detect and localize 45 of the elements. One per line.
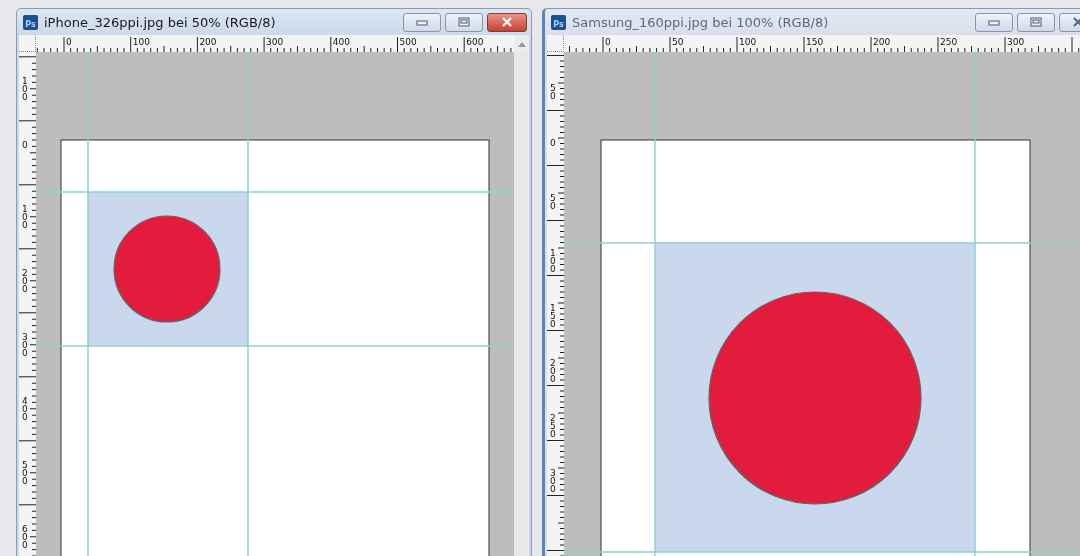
maximize-icon [1029,17,1043,27]
ruler-label: 150 [550,303,556,329]
ruler-label: 600 [22,524,28,550]
ruler-label: 0 [605,37,611,47]
ruler-label: 300 [1007,37,1025,47]
ruler-origin[interactable] [19,35,36,52]
ruler-label: 0 [22,140,28,150]
ruler-label: 50 [550,193,556,211]
close-button[interactable] [487,12,527,32]
horizontal-ruler[interactable]: 0 100 200 300 400 500 600 [36,35,514,52]
minimize-button[interactable] [403,12,441,32]
ruler-label: 250 [940,37,958,47]
window-title: Samsung_160ppi.jpg bei 100% (RGB/8) [572,14,830,30]
ruler-label: 200 [550,358,556,384]
app-icon: Ps [23,14,38,30]
ruler-label: 100 [22,76,28,102]
maximize-icon [457,17,471,27]
minimize-icon [987,18,1001,26]
ruler-label: 100 [22,204,28,230]
ruler-label: 0 [550,138,556,148]
minimize-icon [415,18,429,26]
scrollbar[interactable] [514,52,529,556]
app-icon: Ps [551,14,566,30]
ruler-label: 100 [739,37,757,47]
ruler-label: 200 [873,37,891,47]
ruler-label: 200 [22,268,28,294]
ruler-label: 100 [550,248,556,274]
ruler-label: 150 [806,37,824,47]
ruler-label: 300 [266,37,284,47]
ruler-label: 300 [22,332,28,358]
vertical-ruler[interactable]: 100 0 100 200 300 400 500 600 [19,52,36,556]
ruler-label: 400 [332,37,350,47]
close-icon [500,17,514,27]
window-title: iPhone_326ppi.jpg bei 50% (RGB/8) [44,14,277,30]
ruler-label: 200 [199,37,217,47]
ruler-label: 50 [550,83,556,101]
ruler-label: 50 [672,37,684,47]
ruler-label: 0 [66,37,72,47]
ruler-label: 600 [466,37,484,47]
ruler-label: 500 [22,460,28,486]
ruler-label: 500 [399,37,417,47]
ruler-label: 100 [132,37,150,47]
ruler-label: 250 [550,413,556,439]
ruler-label: 400 [22,396,28,422]
ruler-label: 300 [550,468,556,494]
